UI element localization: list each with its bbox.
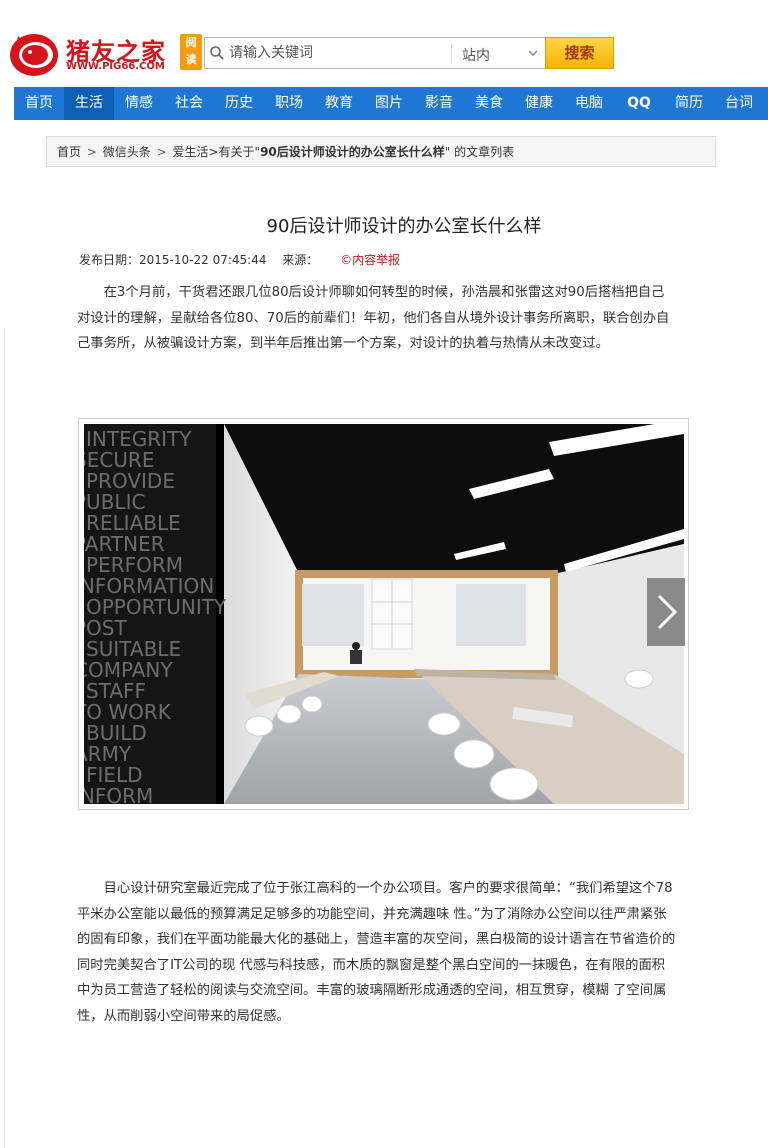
chevron-down-icon[interactable]: [527, 47, 539, 59]
search-scope-select[interactable]: 站内: [462, 45, 490, 65]
nav-item[interactable]: 美食: [464, 87, 514, 120]
article-paragraph-1: 在3个月前，干货君还跟几位80后设计师聊如何转型的时候，孙浩晨和张雷这对90后搭…: [77, 285, 670, 351]
breadcrumb-sep: >: [86, 145, 97, 159]
publish-date: 2015-10-22 07:45:44: [139, 253, 267, 267]
report-link[interactable]: ©内容举报: [340, 253, 400, 267]
nav-item[interactable]: 影音: [414, 87, 464, 120]
nav-item[interactable]: 台词: [714, 87, 764, 120]
nav-item[interactable]: QQ: [614, 87, 664, 120]
pig-logo-icon: [10, 34, 58, 76]
article-paragraph-2: 目心设计研究室最近完成了位于张江高科的一个办公项目。客户的要求很简单：“我们希望…: [77, 881, 676, 1024]
breadcrumb-wechat[interactable]: 微信头条: [103, 145, 151, 159]
search-box: 站内: [204, 37, 546, 69]
nav-item[interactable]: 职场: [264, 87, 314, 120]
page-edge-line: [4, 330, 5, 1148]
nav-item[interactable]: 生活: [64, 87, 114, 120]
breadcrumb-sep: >: [156, 145, 167, 159]
nav-item[interactable]: 历史: [214, 87, 264, 120]
article-photo-frame: INTEGRITYSECUREPROVIDEPUBLICRELIABLEPART…: [78, 418, 689, 810]
article-title: 90后设计师设计的办公室长什么样: [266, 216, 542, 237]
search-divider: [451, 44, 452, 64]
nav-item[interactable]: 情感: [114, 87, 164, 120]
main-nav: 首页 生活 情感 社会 历史 职场 教育 图片 影音 美食 健康 电脑 QQ 简历 台词: [14, 87, 768, 120]
search-icon: [210, 46, 224, 60]
nav-item[interactable]: 首页: [14, 87, 64, 120]
nav-item[interactable]: 教育: [314, 87, 364, 120]
breadcrumb: 首页 > 微信头条 > 爱生活>有关于"90后设计师设计的办公室长什么样" 的文…: [46, 136, 716, 167]
search-button[interactable]: 搜索: [545, 37, 614, 69]
read-badge-line2: 读: [185, 53, 197, 66]
read-badge[interactable]: 阅 读: [180, 34, 202, 70]
nav-item[interactable]: 健康: [514, 87, 564, 120]
breadcrumb-home[interactable]: 首页: [57, 145, 81, 159]
nav-item[interactable]: 电脑: [564, 87, 614, 120]
read-badge-line1: 阅: [185, 36, 197, 49]
breadcrumb-life[interactable]: 爱生活: [172, 145, 208, 159]
breadcrumb-suffix: " 的文章列表: [444, 145, 515, 159]
nav-item[interactable]: 社会: [164, 87, 214, 120]
logo-url: WWW.PIG66.COM: [66, 61, 165, 72]
nav-item[interactable]: 图片: [364, 87, 414, 120]
article-meta: 发布日期：2015-10-22 07:45:44 来源： ©内容举报: [79, 251, 400, 268]
next-image-arrow-icon[interactable]: [647, 578, 685, 646]
search-input[interactable]: [229, 41, 451, 65]
office-photo: INTEGRITYSECUREPROVIDEPUBLICRELIABLEPART…: [84, 424, 684, 804]
site-logo[interactable]: 猪友之家 WWW.PIG66.COM 阅 读: [8, 28, 204, 78]
glass-word: INFORM: [84, 784, 153, 804]
breadcrumb-keyword: 90后设计师设计的办公室长什么样: [260, 145, 445, 159]
source-label: 来源：: [282, 253, 319, 267]
nav-item[interactable]: 简历: [664, 87, 714, 120]
breadcrumb-prefix: >有关于": [208, 145, 261, 159]
date-label: 发布日期：: [79, 253, 140, 267]
